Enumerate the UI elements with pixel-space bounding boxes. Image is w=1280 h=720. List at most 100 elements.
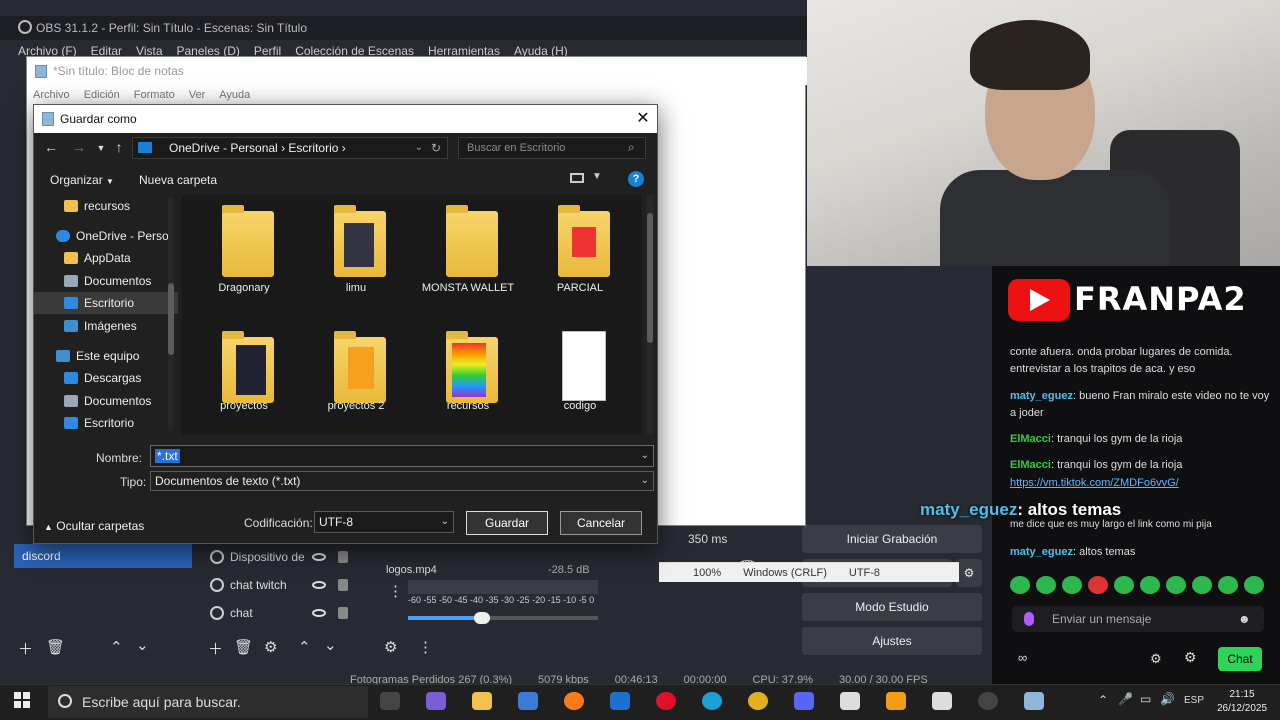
eye-icon[interactable]	[312, 553, 326, 561]
tree-scrollbar-thumb[interactable]	[168, 283, 174, 355]
chevron-up-icon[interactable]: ⌃	[1098, 693, 1108, 707]
eye-icon[interactable]	[312, 609, 326, 617]
tree-item-escritorio[interactable]: Escritorio	[34, 292, 178, 314]
lock-icon[interactable]	[338, 607, 348, 619]
source-item[interactable]: Dispositivo de	[210, 545, 360, 569]
view-icon[interactable]	[570, 173, 584, 183]
notepad-menu-help[interactable]: Ayuda	[219, 85, 250, 105]
file-item[interactable]: PARCIAL	[530, 197, 630, 317]
tree-item-recursos[interactable]: recursos	[34, 195, 178, 217]
source-item[interactable]: chat twitch	[210, 573, 360, 597]
help-icon[interactable]: ?	[628, 171, 644, 187]
organize-button[interactable]: Organizar ▼	[50, 173, 114, 187]
search-input[interactable]: Buscar en Escritorio	[458, 137, 646, 159]
chat-username[interactable]: ElMacci	[1010, 459, 1051, 471]
opera-icon[interactable]	[656, 692, 676, 710]
file-item[interactable]: limu	[306, 197, 406, 317]
emoji-icon[interactable]: ☻	[1238, 612, 1251, 626]
task-view-icon[interactable]	[380, 692, 400, 710]
edge-icon[interactable]	[702, 692, 722, 710]
emote-icon[interactable]	[1218, 576, 1238, 594]
volume-icon[interactable]: 🔊	[1160, 692, 1175, 706]
move-down-button[interactable]: ⌄	[324, 636, 337, 654]
mic-icon[interactable]	[1024, 612, 1034, 626]
hide-folders-button[interactable]: ▲ Ocultar carpetas	[44, 519, 144, 533]
remove-scene-button[interactable]: 🗑	[46, 638, 65, 656]
emote-icon[interactable]	[1062, 576, 1082, 594]
scene-item-discord[interactable]: discord	[14, 544, 192, 568]
address-bar[interactable]: OneDrive - Personal › Escritorio › ↻ ⌄	[132, 137, 448, 159]
emote-icon[interactable]	[1010, 576, 1030, 594]
capcut-icon[interactable]	[932, 692, 952, 710]
file-explorer-icon[interactable]	[472, 692, 492, 710]
chat-message-input[interactable]: Enviar un mensaje	[1012, 606, 1264, 632]
gear-icon[interactable]: ⚙	[1150, 651, 1162, 667]
chevron-down-icon[interactable]: ⌄	[441, 512, 449, 532]
obs-icon[interactable]	[978, 692, 998, 710]
chat-username[interactable]: maty_eguez	[1010, 546, 1073, 558]
breadcrumb-onedrive[interactable]: OneDrive - Personal	[169, 141, 278, 155]
file-item[interactable]: MONSTA WALLET	[418, 197, 518, 317]
notepad-menu-format[interactable]: Formato	[134, 85, 175, 105]
mic-icon[interactable]: 🎤	[1118, 692, 1133, 706]
start-recording-button[interactable]: Iniciar Grabación	[802, 525, 982, 553]
emote-icon[interactable]	[1244, 576, 1264, 594]
capcut-icon[interactable]	[840, 692, 860, 710]
file-item[interactable]: codigo	[530, 323, 630, 443]
back-icon[interactable]: ←	[42, 139, 60, 155]
lock-icon[interactable]	[338, 579, 348, 591]
move-up-button[interactable]: ⌃	[110, 638, 123, 656]
firefox-icon[interactable]	[564, 692, 584, 710]
chrome-icon[interactable]	[748, 692, 768, 710]
gear-icon[interactable]: ⚙	[956, 559, 982, 587]
file-item[interactable]: Dragonary	[194, 197, 294, 317]
add-source-button[interactable]: ＋	[208, 638, 223, 659]
lock-icon[interactable]	[338, 551, 348, 563]
discord-icon[interactable]	[794, 692, 814, 710]
gear-icon[interactable]: ⚙	[264, 638, 277, 656]
file-item[interactable]: proyectos	[194, 323, 294, 443]
chat-username[interactable]: ElMacci	[1010, 433, 1051, 445]
refresh-icon[interactable]: ↻	[431, 138, 441, 158]
tree-item-este-equipo[interactable]: Este equipo	[34, 345, 178, 367]
encoding-select[interactable]: UTF-8 ⌄	[314, 511, 454, 533]
emote-icon[interactable]	[1088, 576, 1108, 594]
chevron-down-icon[interactable]: ▼	[592, 171, 602, 182]
save-button[interactable]: Guardar	[466, 511, 548, 535]
notepad-menu-file[interactable]: Archivo	[33, 85, 70, 105]
notepad-menu-edit[interactable]: Edición	[84, 85, 120, 105]
eye-icon[interactable]	[312, 581, 326, 589]
add-scene-button[interactable]: ＋	[18, 638, 33, 659]
file-item[interactable]: proyectos 2	[306, 323, 406, 443]
chat-link[interactable]: https://vm.tiktok.com/ZMDFo6vvG/	[1010, 475, 1274, 492]
emote-icon[interactable]	[1166, 576, 1186, 594]
emote-icon[interactable]	[1036, 576, 1056, 594]
search-icon[interactable]: ⌕	[628, 140, 635, 155]
move-down-button[interactable]: ⌄	[136, 636, 149, 654]
chevron-down-icon[interactable]: ⌄	[641, 472, 649, 490]
tree-item-onedrive[interactable]: OneDrive - Persor	[34, 225, 178, 247]
tree-item-documentos[interactable]: Documentos	[34, 390, 178, 412]
notepad-icon[interactable]	[1024, 692, 1044, 710]
emote-icon[interactable]	[1114, 576, 1134, 594]
remove-source-button[interactable]: 🗑	[234, 638, 253, 656]
windows-start-icon[interactable]	[14, 692, 30, 708]
close-icon[interactable]: ✕	[632, 107, 654, 131]
settings-icon[interactable]: ⚙	[1184, 649, 1197, 666]
chevron-down-icon[interactable]: ⌄	[641, 446, 649, 466]
filename-input[interactable]: *.txt ⌄	[150, 445, 654, 467]
studio-mode-button[interactable]: Modo Estudio	[802, 593, 982, 621]
breadcrumb-desktop[interactable]: Escritorio	[288, 141, 338, 155]
tree-item-appdata[interactable]: AppData	[34, 247, 178, 269]
send-chat-button[interactable]: Chat	[1218, 647, 1262, 671]
chevron-down-icon[interactable]: ⌄	[415, 138, 423, 158]
move-up-button[interactable]: ⌃	[298, 638, 311, 656]
taskbar-clock[interactable]: 21:15 26/12/2025	[1212, 688, 1272, 716]
language-indicator[interactable]: ESP	[1184, 695, 1204, 706]
source-item[interactable]: chat	[210, 601, 360, 625]
new-folder-button[interactable]: Nueva carpeta	[139, 173, 217, 187]
up-icon[interactable]: ↑	[110, 139, 128, 155]
tree-item-descargas[interactable]: Descargas	[34, 367, 178, 389]
taskbar-search-input[interactable]: Escribe aquí para buscar.	[48, 686, 368, 718]
cancel-button[interactable]: Cancelar	[560, 511, 642, 535]
